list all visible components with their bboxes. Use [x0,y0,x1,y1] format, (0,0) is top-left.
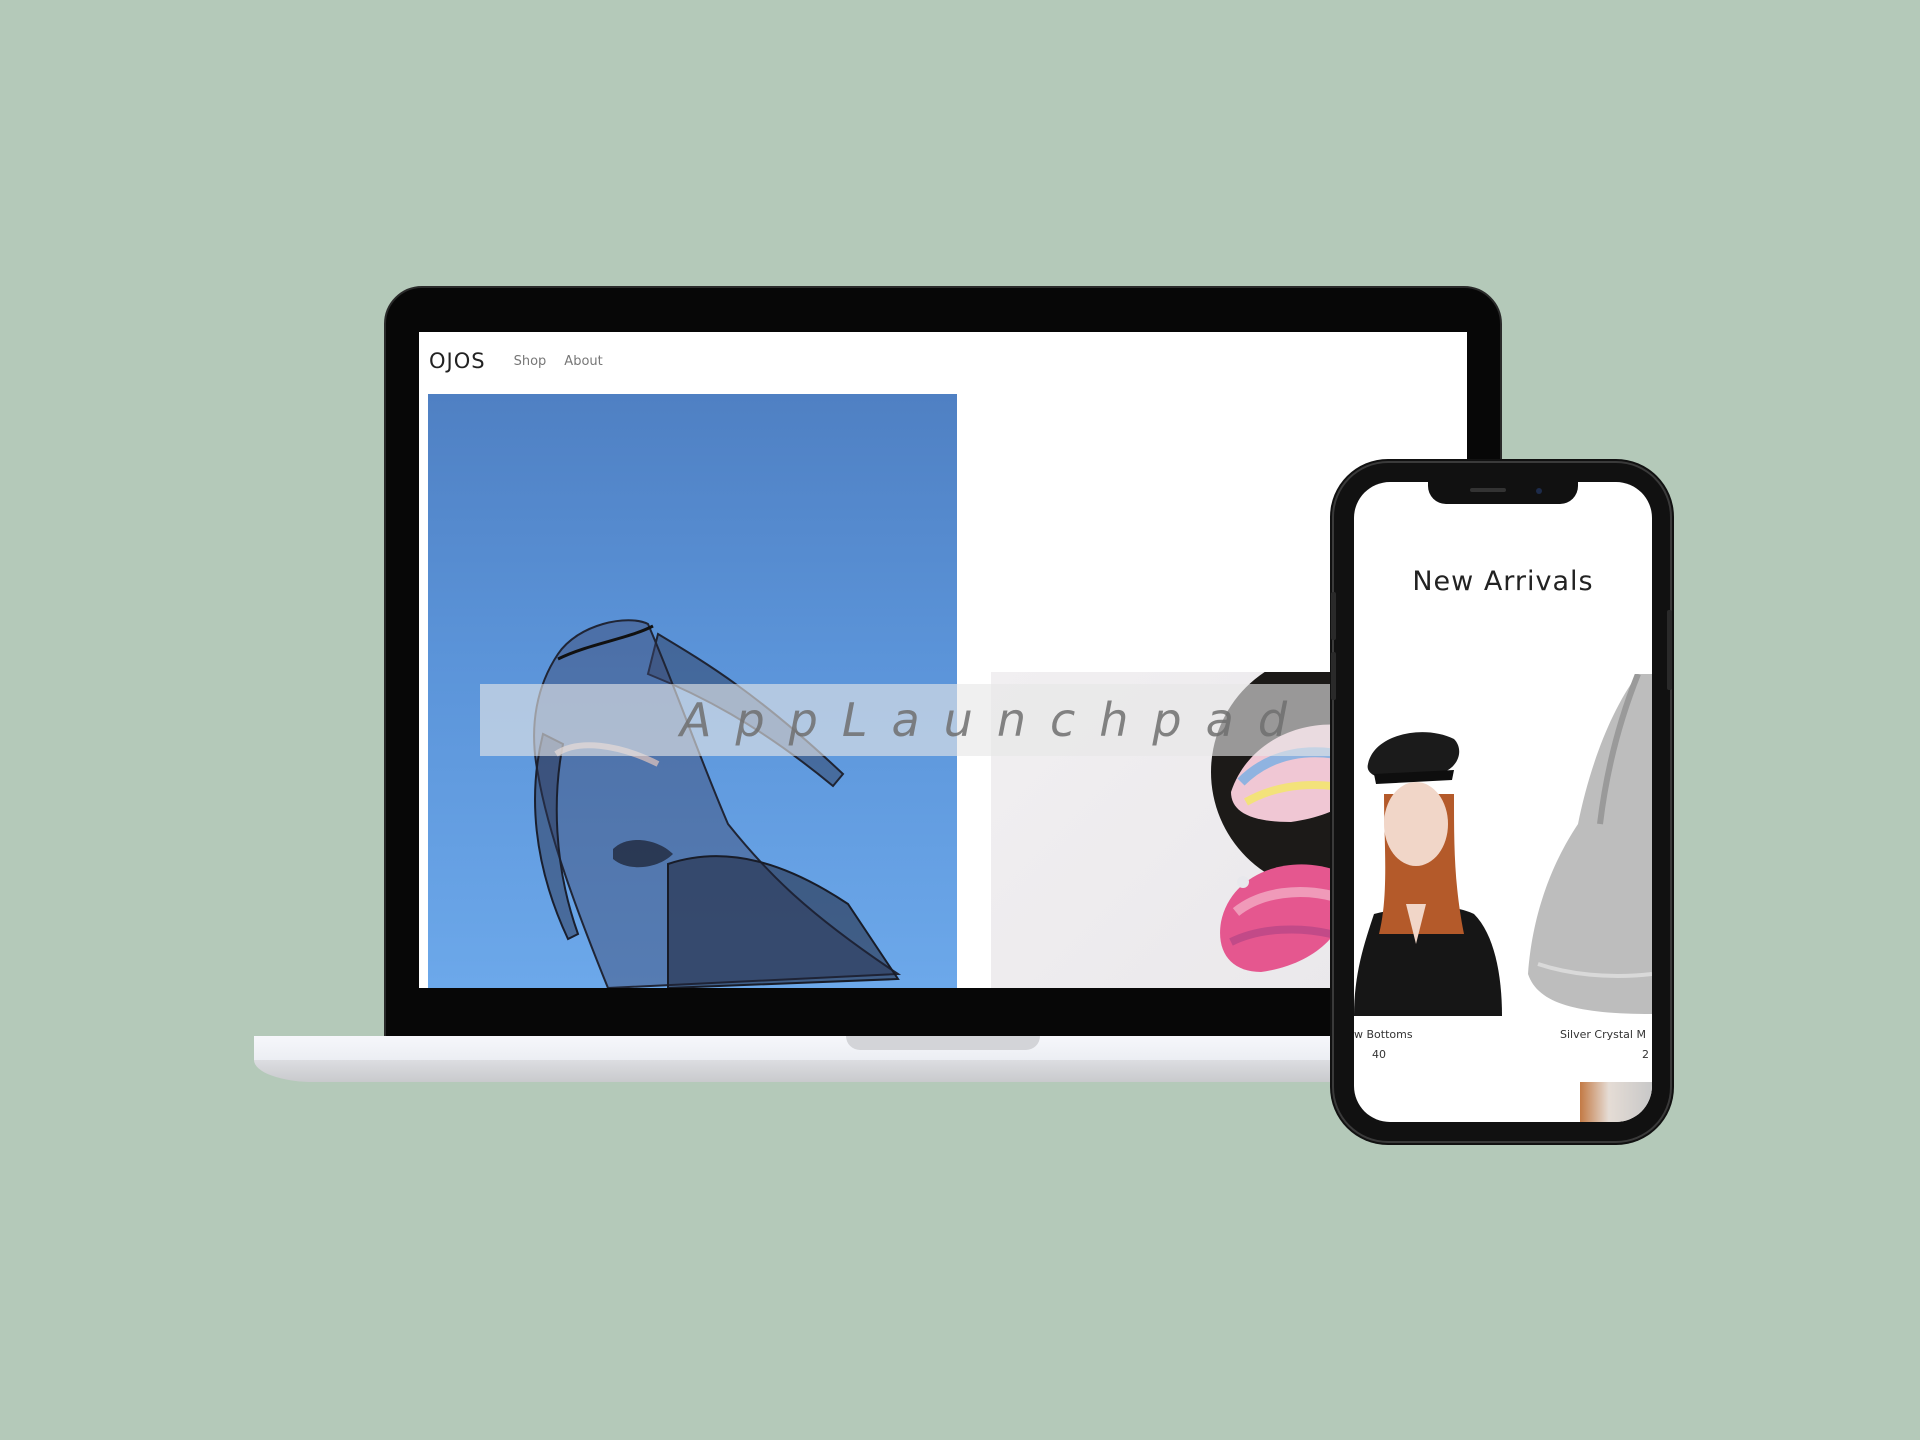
laptop-trackpad-notch [846,1036,1040,1050]
phone-volume-button [1331,652,1336,700]
phone-power-button [1667,610,1672,690]
product-price: 40 [1372,1048,1386,1061]
new-arrivals-heading: New Arrivals [1412,566,1594,597]
nav-link-shop[interactable]: Shop [514,354,547,369]
product-name[interactable]: Silver Crystal M [1560,1028,1646,1041]
product-image-bag[interactable] [1528,674,1652,1016]
product-price: 2 [1642,1048,1649,1061]
site-nav: OJOS Shop About [429,346,621,376]
site-logo[interactable]: OJOS [429,349,486,373]
phone-screen: New Arrivals w Bottoms 40 Silver Crystal… [1354,482,1652,1122]
nav-link-about[interactable]: About [564,354,602,369]
product-image-cap-model[interactable] [1354,674,1502,1016]
laptop-screen: OJOS Shop About [419,332,1467,988]
product-image-next[interactable] [1580,1082,1652,1122]
watermark-text: AppLaunchpad [680,693,1312,747]
phone-notch [1428,482,1578,504]
camera-icon [1536,488,1542,494]
product-name[interactable]: w Bottoms [1354,1028,1413,1041]
silver-crystal-bag-image [1528,674,1652,1014]
phone-speaker [1470,488,1506,492]
phone-volume-button [1331,592,1336,640]
model-with-cap-image [1354,732,1502,1016]
